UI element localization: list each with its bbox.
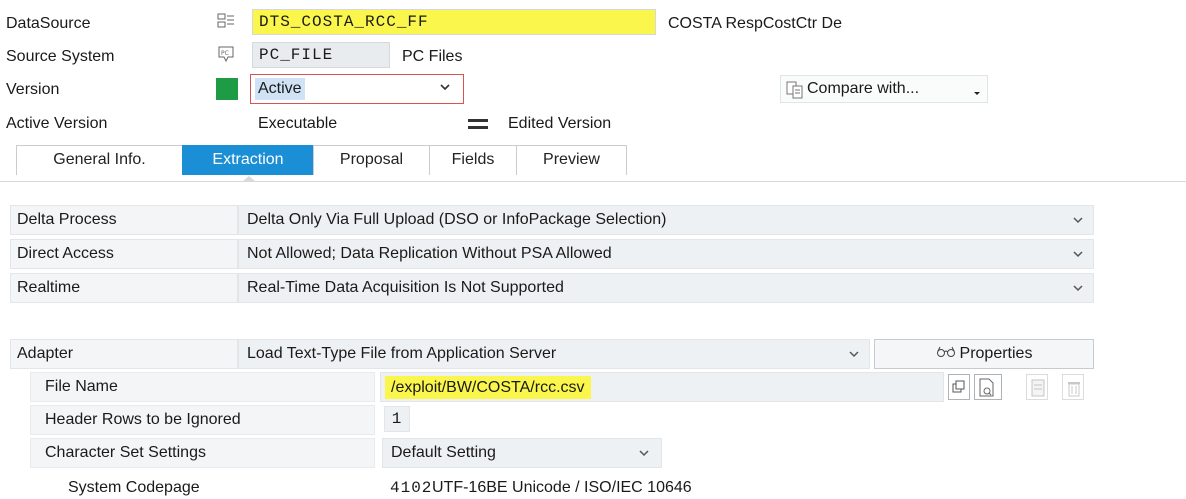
datasource-value: DTS_COSTA_RCC_FF: [259, 13, 429, 31]
charset-label: Character Set Settings: [30, 438, 375, 468]
chevron-down-icon: [639, 448, 649, 458]
adapter-value: Load Text-Type File from Application Ser…: [247, 345, 557, 362]
tab-proposal[interactable]: Proposal: [313, 145, 430, 175]
header-rows-value: 1: [391, 410, 403, 428]
header-rows-field[interactable]: 1: [384, 406, 410, 432]
charset-select[interactable]: Default Setting: [382, 438, 662, 468]
charset-value: Default Setting: [391, 444, 496, 461]
chevron-down-icon: [1073, 283, 1083, 293]
delete-button[interactable]: [1062, 374, 1084, 400]
tab-strip: General Info. Extraction Proposal Fields…: [16, 145, 627, 175]
codepage-description: UTF-16BE Unicode / ISO/IEC 10646: [432, 479, 692, 496]
file-name-label: File Name: [30, 372, 375, 402]
datasource-label: DataSource: [6, 15, 91, 32]
compare-with-button[interactable]: Compare with...: [780, 75, 988, 103]
source-system-value: PC_FILE: [259, 46, 334, 64]
properties-label: Properties: [959, 345, 1033, 363]
equals-icon: [467, 116, 489, 137]
datasource-field[interactable]: DTS_COSTA_RCC_FF: [252, 9, 656, 35]
file-name-value: /exploit/BW/COSTA/rcc.csv: [385, 376, 591, 399]
delta-process-label: Delta Process: [10, 205, 238, 235]
source-system-field[interactable]: PC_FILE: [252, 42, 390, 68]
tab-divider: [0, 181, 1186, 182]
version-select[interactable]: Active: [250, 74, 464, 104]
pc-icon: PC: [217, 45, 235, 63]
file-name-field[interactable]: /exploit/BW/COSTA/rcc.csv: [380, 372, 944, 402]
edited-version-label: Edited Version: [508, 115, 612, 132]
source-system-label: Source System: [6, 48, 115, 65]
svg-text:PC: PC: [221, 50, 229, 57]
datasource-description: COSTA RespCostCtr De: [668, 15, 842, 32]
version-selected-value: Active: [255, 78, 305, 100]
realtime-select[interactable]: Real-Time Data Acquisition Is Not Suppor…: [238, 273, 1094, 303]
browse-file-button[interactable]: [974, 374, 1002, 400]
tab-fields[interactable]: Fields: [429, 145, 517, 175]
delta-process-value: Delta Only Via Full Upload (DSO or InfoP…: [247, 211, 667, 228]
direct-access-select[interactable]: Not Allowed; Data Replication Without PS…: [238, 239, 1094, 269]
compare-icon: [786, 81, 804, 104]
direct-access-value: Not Allowed; Data Replication Without PS…: [247, 245, 612, 262]
chevron-down-icon: [1073, 249, 1083, 259]
chevron-down-icon: [439, 81, 451, 100]
delta-process-select[interactable]: Delta Only Via Full Upload (DSO or InfoP…: [238, 205, 1094, 235]
chevron-down-icon: [849, 349, 859, 359]
copy-icon: [952, 380, 966, 399]
trash-icon: [1067, 379, 1081, 402]
source-system-description: PC Files: [402, 48, 463, 65]
file-search-icon: [978, 378, 998, 403]
realtime-value: Real-Time Data Acquisition Is Not Suppor…: [247, 279, 564, 296]
compare-with-label: Compare with...: [807, 80, 920, 97]
glasses-icon: [936, 340, 956, 368]
direct-access-label: Direct Access: [10, 239, 238, 269]
datasource-icon: [217, 12, 235, 30]
tab-extraction[interactable]: Extraction: [182, 145, 314, 175]
version-status-indicator: [216, 78, 238, 100]
properties-button[interactable]: Properties: [874, 339, 1094, 369]
chevron-down-icon: [1073, 215, 1083, 225]
header-rows-label: Header Rows to be Ignored: [30, 405, 375, 435]
codepage-label: System Codepage: [68, 479, 200, 496]
menu-caret-icon: [974, 92, 980, 95]
active-version-value: Executable: [258, 115, 338, 132]
edit-file-button[interactable]: [1026, 374, 1048, 400]
adapter-select[interactable]: Load Text-Type File from Application Ser…: [238, 339, 870, 369]
tab-preview[interactable]: Preview: [516, 145, 627, 175]
document-icon: [1031, 379, 1045, 402]
copy-button[interactable]: [948, 374, 970, 400]
codepage-number: 4102: [390, 479, 433, 497]
realtime-label: Realtime: [10, 273, 238, 303]
active-tab-notch: [242, 176, 256, 182]
adapter-label: Adapter: [10, 339, 238, 369]
tab-general-info[interactable]: General Info.: [16, 145, 183, 175]
active-version-label: Active Version: [6, 115, 108, 132]
version-label: Version: [6, 81, 60, 98]
